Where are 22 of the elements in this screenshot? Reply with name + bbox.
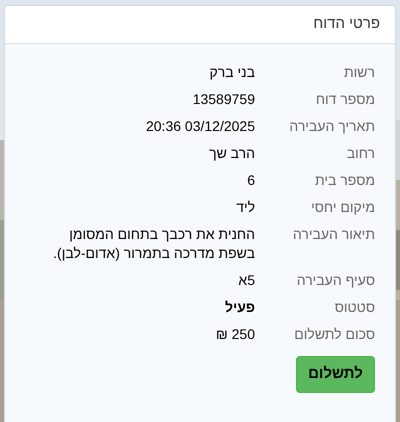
field-value: הרב שך	[209, 145, 255, 161]
field-value: 6	[247, 172, 255, 188]
field-value: 03/12/2025 20:36	[146, 118, 255, 134]
field-label: סטטוס	[334, 299, 375, 315]
field-value: 5א	[238, 272, 255, 288]
field-label: רשות	[344, 64, 375, 80]
field-value: החנית את רכבך בתחום המסומן בשפת מדרכה בתמרור (אדום-לבן).	[53, 226, 255, 261]
field-label: רחוב	[346, 145, 375, 161]
field-label: סכום לתשלום	[294, 326, 375, 342]
field-label: תיאור העבירה	[292, 226, 375, 242]
field-value: ליד	[236, 199, 255, 215]
field-label: מספר דוח	[316, 91, 375, 107]
field-label: מספר בית	[315, 172, 375, 188]
field-label: מיקום יחסי	[311, 199, 375, 215]
field-label: סעיף העבירה	[296, 272, 375, 288]
field-label: תאריך העבירה	[289, 118, 375, 134]
field-value: בני ברק	[210, 64, 255, 80]
pay-button[interactable]: לתשלום	[296, 356, 375, 393]
field-value: פעיל	[224, 299, 255, 315]
field-value: 13589759	[192, 91, 255, 107]
card-title: פרטי הדוח	[313, 14, 380, 34]
field-value: 250 ₪	[216, 326, 255, 342]
